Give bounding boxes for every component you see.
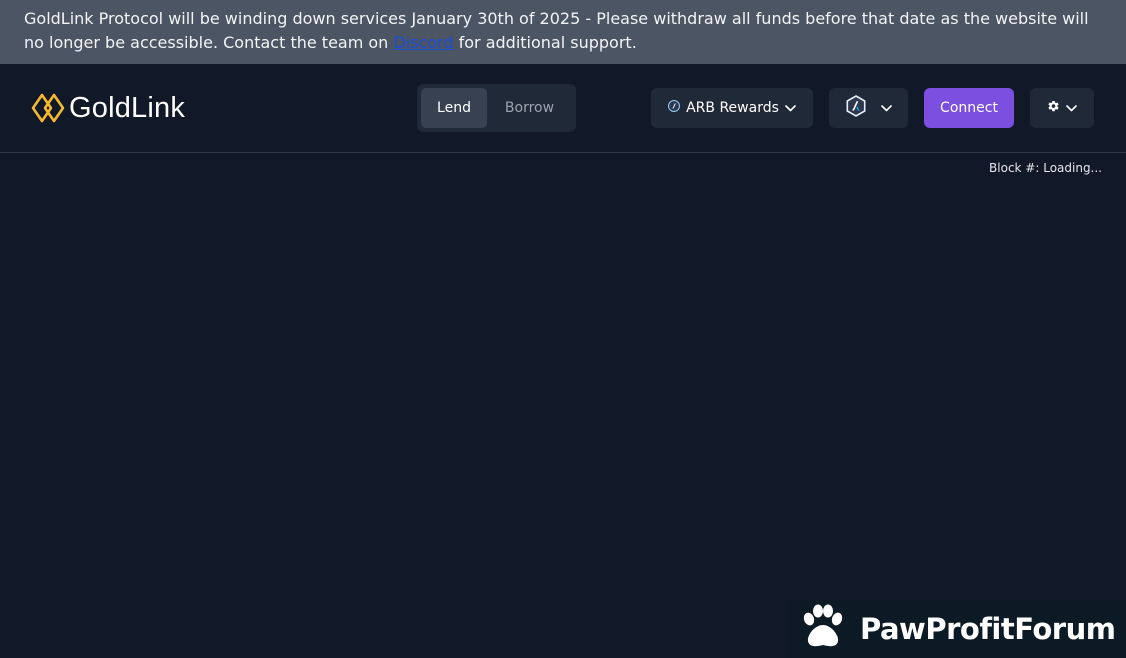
chevron-down-icon [881, 100, 892, 116]
banner-text-end: for additional support. [453, 33, 637, 52]
top-navbar: GoldLink Lend Borrow ARB Rewards Connect [0, 64, 1126, 153]
discord-link[interactable]: Discord [393, 33, 453, 52]
chevron-down-icon [785, 100, 796, 116]
watermark: PawProfitForum [790, 600, 1126, 658]
arbitrum-network-icon [845, 95, 867, 121]
shutdown-banner: GoldLink Protocol will be winding down s… [0, 0, 1126, 64]
arb-rewards-label: ARB Rewards [686, 100, 779, 116]
network-selector[interactable] [829, 88, 908, 128]
connect-button[interactable]: Connect [924, 88, 1014, 128]
arbitrum-icon [668, 100, 681, 116]
tab-borrow[interactable]: Borrow [487, 88, 572, 128]
chevron-down-icon [1066, 100, 1077, 116]
block-number-status: Block #: Loading... [989, 161, 1102, 175]
lend-borrow-tabs: Lend Borrow [417, 84, 576, 132]
settings-button[interactable] [1030, 88, 1094, 128]
arb-rewards-button[interactable]: ARB Rewards [651, 88, 813, 128]
tab-lend[interactable]: Lend [421, 88, 487, 128]
paw-icon [798, 603, 846, 655]
logo-text: GoldLink [69, 91, 186, 124]
goldlink-logo-icon [31, 93, 65, 123]
gear-icon [1047, 100, 1060, 117]
goldlink-logo[interactable]: GoldLink [31, 92, 185, 124]
watermark-text: PawProfitForum [860, 612, 1116, 646]
